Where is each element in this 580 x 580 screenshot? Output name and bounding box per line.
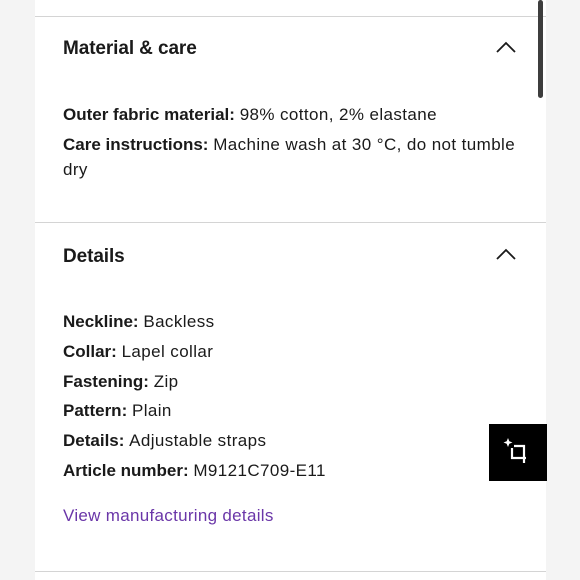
detail-value: Backless — [143, 312, 215, 331]
detail-value: Lapel collar — [121, 342, 214, 361]
manufacturing-details-link[interactable]: View manufacturing details — [63, 506, 274, 526]
detail-row: Details: Adjustable straps — [63, 428, 266, 453]
section-divider — [35, 571, 546, 572]
chevron-up-icon[interactable] — [495, 40, 517, 54]
chevron-up-icon[interactable] — [495, 247, 517, 261]
outer-fabric-value: 98% cotton, 2% elastane — [239, 105, 437, 124]
detail-row: Collar: Lapel collar — [63, 339, 213, 364]
crop-sparkle-icon — [503, 438, 526, 463]
detail-value: Adjustable straps — [129, 431, 267, 450]
detail-value: M9121C709-E11 — [193, 461, 326, 480]
crop-button[interactable] — [489, 424, 547, 481]
scrollbar-thumb[interactable] — [538, 0, 543, 98]
detail-row: Fastening: Zip — [63, 369, 179, 394]
section-divider — [35, 222, 546, 223]
detail-row: Pattern: Plain — [63, 398, 172, 423]
detail-label: Article number: — [63, 461, 189, 480]
detail-label: Neckline: — [63, 312, 139, 331]
detail-label: Pattern: — [63, 401, 128, 420]
product-info-panel: Material & care Outer fabric material: 9… — [35, 0, 546, 580]
detail-value: Plain — [131, 401, 172, 420]
care-instructions-row: Care instructions: Machine wash at 30 °C… — [63, 132, 523, 182]
detail-row: Neckline: Backless — [63, 309, 215, 334]
detail-label: Fastening: — [63, 372, 149, 391]
detail-value: Zip — [153, 372, 179, 391]
outer-fabric-label: Outer fabric material: — [63, 105, 235, 124]
detail-label: Collar: — [63, 342, 117, 361]
material-care-title[interactable]: Material & care — [63, 38, 197, 60]
outer-fabric-row: Outer fabric material: 98% cotton, 2% el… — [63, 102, 437, 127]
section-divider — [35, 16, 546, 17]
details-title[interactable]: Details — [63, 246, 125, 268]
detail-label: Details: — [63, 431, 125, 450]
care-instructions-label: Care instructions: — [63, 135, 209, 154]
detail-row: Article number: M9121C709-E11 — [63, 458, 326, 483]
